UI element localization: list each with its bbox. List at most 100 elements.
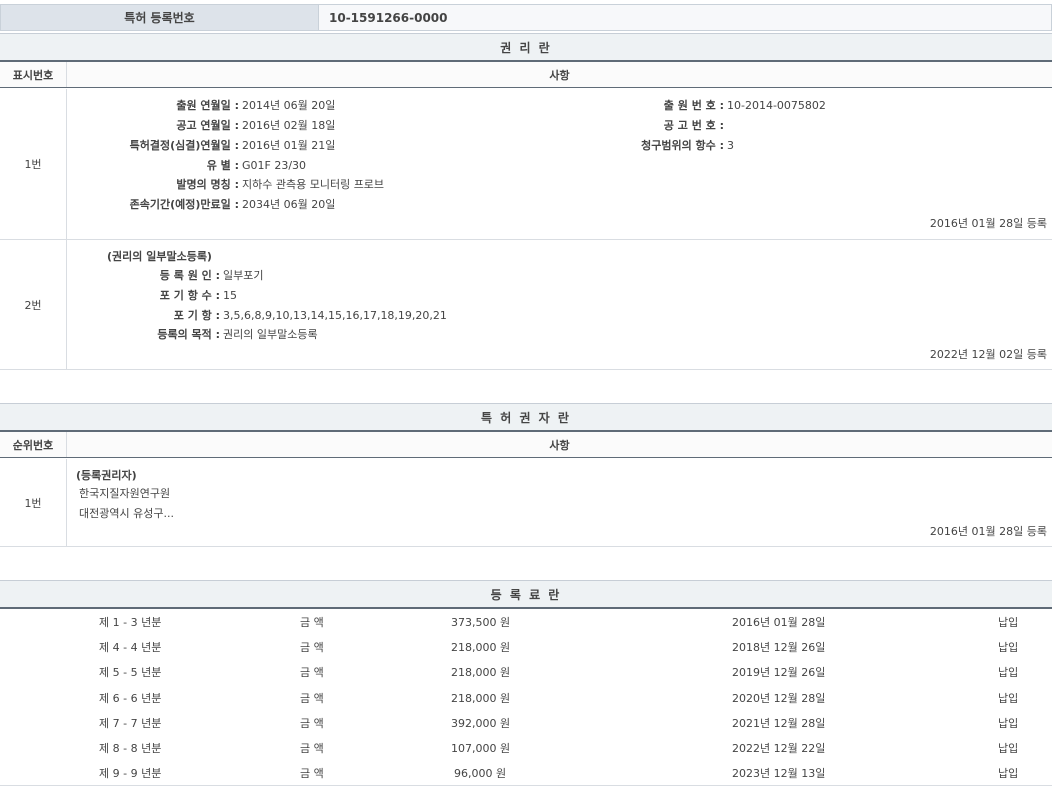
entry-details: (권리의 일부말소등록) 등 록 원 인 :일부포기 포 기 항 수 :15 포… [67,240,1052,369]
fee-row: 제 7 - 7 년분 금 액 392,000 원 2021년 12월 28일 납… [0,710,1052,735]
entry-number: 1번 [0,89,67,239]
fee-period: 제 8 - 8 년분 [99,740,161,756]
fee-period: 제 7 - 7 년분 [99,715,161,731]
holder-name: 한국지질자원연구원 [79,485,170,501]
entry-details: 출원 연월일 :2014년 06월 20일 공고 연월일 :2016년 02월 … [67,89,1052,239]
rank-number-header: 순위번호 [0,432,67,457]
fee-paid-date: 2020년 12월 28일 [732,690,825,706]
kv-row: 출 원 번 호 :10-2014-0075802 [67,96,826,114]
field-label: 포 기 항 : [67,307,220,323]
field-value: 15 [220,289,237,302]
kv-row: 포 기 항 수 :15 [67,286,237,304]
field-value: 2034년 06월 20일 [239,196,335,212]
fee-amount: 218,000 원 [451,639,510,655]
fee-row: 제 9 - 9 년분 금 액 96,000 원 2023년 12월 13일 납입 [0,760,1052,785]
fee-row: 제 8 - 8 년분 금 액 107,000 원 2022년 12월 22일 납… [0,735,1052,760]
registration-number-value: 10-1591266-0000 [319,5,1051,30]
fee-paid-date: 2022년 12월 22일 [732,740,825,756]
registration-date-stamp: 2022년 12월 02일 등록 [930,346,1047,362]
fee-amount: 392,000 원 [451,715,510,731]
registration-date-stamp: 2016년 01월 28일 등록 [930,215,1047,231]
entry-number: 1번 [0,459,67,546]
kv-row: 유 별 :G01F 23/30 [67,156,306,174]
fee-paid-date: 2021년 12월 28일 [732,715,825,731]
field-label: 존속기간(예정)만료일 : [67,196,239,212]
entry-heading: (권리의 일부말소등록) [107,248,212,264]
display-number-header: 표시번호 [0,62,67,87]
fee-status: 납입 [998,690,1018,706]
kv-row: 발명의 명칭 :지하수 관측용 모니터링 프로브 [67,175,384,193]
field-label: 출 원 번 호 : [67,97,724,113]
fee-paid-date: 2023년 12월 13일 [732,765,825,781]
fee-row: 제 4 - 4 년분 금 액 218,000 원 2018년 12월 26일 납… [0,634,1052,659]
entry-number: 2번 [0,240,67,369]
fee-amount-label: 금 액 [300,614,324,630]
fee-period: 제 4 - 4 년분 [99,639,161,655]
fee-row: 제 1 - 3 년분 금 액 373,500 원 2016년 01월 28일 납… [0,609,1052,634]
kv-row: 등록의 목적 :권리의 일부말소등록 [67,325,318,343]
fee-amount-label: 금 액 [300,664,324,680]
field-value: 권리의 일부말소등록 [220,326,318,342]
fee-status: 납입 [998,715,1018,731]
field-label: 발명의 명칭 : [67,176,239,192]
fee-amount-label: 금 액 [300,639,324,655]
holder-address: 대전광역시 유성구... [79,505,174,521]
registration-date-stamp: 2016년 01월 28일 등록 [930,523,1047,539]
kv-row: 공 고 번 호 : [67,116,727,134]
fee-amount: 96,000 원 [454,765,506,781]
fees-section-title: 등 록 료 란 [0,580,1052,609]
holders-column-header: 순위번호 사항 [0,432,1052,458]
field-value: G01F 23/30 [239,159,306,172]
fee-status: 납입 [998,765,1018,781]
details-header: 사항 [67,62,1052,87]
fee-period: 제 6 - 6 년분 [99,690,161,706]
rights-entry-2: 2번 (권리의 일부말소등록) 등 록 원 인 :일부포기 포 기 항 수 :1… [0,240,1052,370]
fee-amount: 218,000 원 [451,690,510,706]
details-header: 사항 [67,432,1052,457]
fee-status: 납입 [998,664,1018,680]
fee-amount-label: 금 액 [300,740,324,756]
fee-amount: 373,500 원 [451,614,510,630]
fee-period: 제 9 - 9 년분 [99,765,161,781]
kv-row: 청구범위의 항수 :3 [67,136,734,154]
registration-number-header: 특허 등록번호 10-1591266-0000 [0,4,1052,31]
fee-paid-date: 2019년 12월 26일 [732,664,825,680]
field-value: 10-2014-0075802 [724,99,826,112]
registration-number-label: 특허 등록번호 [1,5,319,30]
rights-entry-1: 1번 출원 연월일 :2014년 06월 20일 공고 연월일 :2016년 0… [0,89,1052,240]
field-label: 청구범위의 항수 : [67,137,724,153]
holder-entry-1: 1번 (등록권리자) 한국지질자원연구원 대전광역시 유성구... 2016년 … [0,459,1052,547]
fee-paid-date: 2016년 01월 28일 [732,614,825,630]
holders-section-title: 특 허 권 자 란 [0,403,1052,432]
fee-period: 제 1 - 3 년분 [99,614,161,630]
fee-status: 납입 [998,639,1018,655]
entry-heading: (등록권리자) [76,467,137,483]
fee-amount-label: 금 액 [300,715,324,731]
rights-section-title: 권 리 란 [0,33,1052,62]
fee-table-bottom-border [0,785,1052,786]
field-label: 등 록 원 인 : [67,267,220,283]
fee-status: 납입 [998,614,1018,630]
fee-paid-date: 2018년 12월 26일 [732,639,825,655]
kv-row: 포 기 항 :3,5,6,8,9,10,13,14,15,16,17,18,19… [67,306,447,324]
fee-row: 제 5 - 5 년분 금 액 218,000 원 2019년 12월 26일 납… [0,659,1052,684]
field-value: 3 [724,139,734,152]
kv-row: 등 록 원 인 :일부포기 [67,266,263,284]
field-value: 3,5,6,8,9,10,13,14,15,16,17,18,19,20,21 [220,309,447,322]
fee-row: 제 6 - 6 년분 금 액 218,000 원 2020년 12월 28일 납… [0,685,1052,710]
field-value: 일부포기 [220,267,263,283]
fee-period: 제 5 - 5 년분 [99,664,161,680]
rights-column-header: 표시번호 사항 [0,62,1052,88]
fee-amount-label: 금 액 [300,765,324,781]
field-label: 공 고 번 호 : [67,117,724,133]
fee-amount: 107,000 원 [451,740,510,756]
field-label: 등록의 목적 : [67,326,220,342]
field-label: 포 기 항 수 : [67,287,220,303]
field-value: 지하수 관측용 모니터링 프로브 [239,176,384,192]
fee-amount-label: 금 액 [300,690,324,706]
kv-row: 존속기간(예정)만료일 :2034년 06월 20일 [67,195,335,213]
field-label: 유 별 : [67,157,239,173]
fee-status: 납입 [998,740,1018,756]
fee-amount: 218,000 원 [451,664,510,680]
entry-details: (등록권리자) 한국지질자원연구원 대전광역시 유성구... 2016년 01월… [67,459,1052,546]
